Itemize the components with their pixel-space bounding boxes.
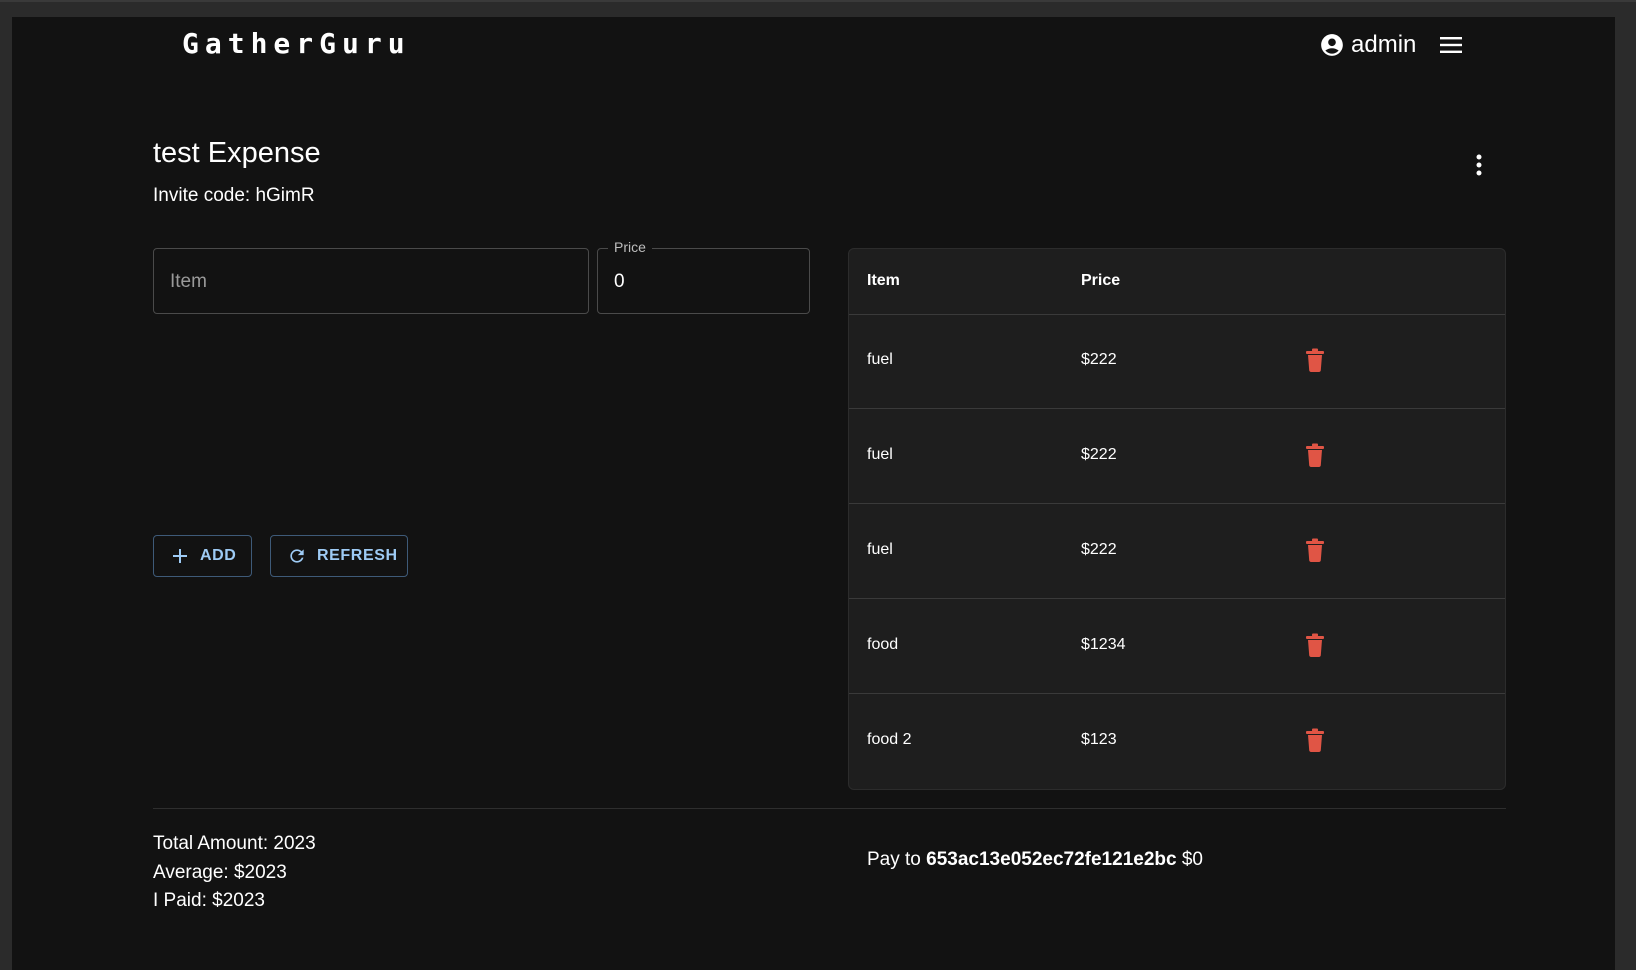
table-row: fuel $222 bbox=[849, 409, 1505, 504]
pay-amount: $0 bbox=[1181, 849, 1203, 870]
username-label: admin bbox=[1351, 31, 1417, 58]
item-placeholder: Item bbox=[170, 271, 207, 292]
row-item: fuel bbox=[867, 351, 893, 368]
price-label: Price bbox=[608, 239, 652, 255]
total-amount: Total Amount: 2023 bbox=[153, 833, 316, 854]
column-header-item: Item bbox=[867, 272, 900, 289]
row-price: $222 bbox=[1081, 446, 1117, 463]
column-header-price: Price bbox=[1081, 272, 1121, 289]
price-value: 0 bbox=[614, 271, 625, 292]
hamburger-menu-icon bbox=[1440, 37, 1462, 53]
row-price: $222 bbox=[1081, 541, 1117, 558]
expense-title: test Expense bbox=[153, 137, 321, 169]
add-button[interactable]: ADD bbox=[153, 535, 252, 577]
plus-icon bbox=[170, 546, 190, 566]
summary-divider bbox=[153, 808, 1506, 809]
row-item: fuel bbox=[867, 446, 893, 463]
row-item: fuel bbox=[867, 541, 893, 558]
paid-amount: I Paid: $2023 bbox=[153, 890, 265, 911]
settlement-line: Pay to 653ac13e052ec72fe121e2bc $0 bbox=[867, 849, 1203, 871]
delete-button[interactable] bbox=[1305, 538, 1325, 562]
expense-summary: Total Amount: 2023 Average: $2023 I Paid… bbox=[153, 830, 316, 916]
brand-logo[interactable]: GatherGuru bbox=[182, 27, 411, 60]
refresh-button[interactable]: REFRESH bbox=[270, 535, 408, 577]
delete-button[interactable] bbox=[1305, 728, 1325, 752]
payee-id: 653ac13e052ec72fe121e2bc bbox=[926, 849, 1177, 870]
user-account[interactable]: admin bbox=[1319, 27, 1416, 63]
menu-button[interactable] bbox=[1436, 31, 1466, 59]
row-price: $222 bbox=[1081, 351, 1117, 368]
more-options-button[interactable] bbox=[1467, 150, 1491, 180]
delete-button[interactable] bbox=[1305, 443, 1325, 467]
row-item: food 2 bbox=[867, 731, 912, 748]
table-row: fuel $222 bbox=[849, 314, 1505, 409]
delete-button[interactable] bbox=[1305, 348, 1325, 372]
add-button-label: ADD bbox=[200, 547, 237, 564]
trash-icon bbox=[1306, 348, 1324, 372]
row-price: $123 bbox=[1081, 731, 1117, 748]
average-amount: Average: $2023 bbox=[153, 861, 287, 883]
table-row: fuel $222 bbox=[849, 504, 1505, 599]
invite-code: Invite code: hGimR bbox=[153, 185, 315, 206]
refresh-icon bbox=[287, 546, 307, 566]
pay-prefix: Pay to bbox=[867, 849, 927, 870]
table-row: food $1234 bbox=[849, 599, 1505, 694]
table-row: food 2 $123 bbox=[849, 694, 1505, 789]
trash-icon bbox=[1306, 443, 1324, 467]
app-container: GatherGuru admin test Expense Invite cod… bbox=[12, 17, 1615, 970]
expense-table: Item Price fuel $222 fuel $222 fuel $222 bbox=[848, 248, 1506, 790]
more-vert-icon bbox=[1476, 154, 1482, 176]
table-header: Item Price bbox=[849, 249, 1505, 315]
row-item: food bbox=[867, 636, 899, 653]
trash-icon bbox=[1306, 538, 1324, 562]
delete-button[interactable] bbox=[1305, 633, 1325, 657]
trash-icon bbox=[1306, 633, 1324, 657]
account-circle-icon bbox=[1319, 32, 1345, 58]
row-price: $1234 bbox=[1081, 636, 1126, 653]
refresh-button-label: REFRESH bbox=[317, 547, 398, 564]
item-input[interactable]: Item bbox=[153, 248, 589, 314]
window-top-border bbox=[0, 0, 1636, 2]
trash-icon bbox=[1306, 728, 1324, 752]
price-input[interactable]: Price 0 bbox=[597, 239, 810, 314]
